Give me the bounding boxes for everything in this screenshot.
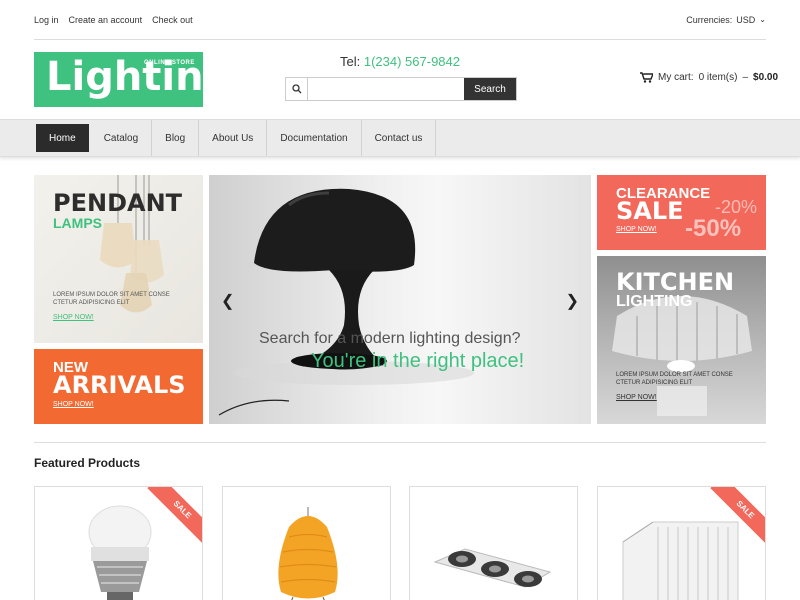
pendant-description: LOREM IPSUM DOLOR SIT AMET CONSE CTETUR … (53, 292, 170, 306)
spotlight-fixture-image (433, 548, 552, 588)
section-divider (34, 442, 766, 443)
new-arrivals-subtitle: ARRIVALS (53, 371, 186, 399)
clearance-shop-now-link[interactable]: SHOP NOW! (616, 226, 657, 233)
currency-label: Currencies: (686, 14, 733, 25)
tel-label: Tel: (340, 54, 361, 69)
slider-prev-arrow-icon[interactable]: ❮ (221, 291, 234, 311)
cart-icon (640, 72, 653, 83)
product-card[interactable] (222, 486, 391, 600)
account-links: Log in Create an account Check out (34, 15, 193, 25)
product-card[interactable] (409, 486, 578, 600)
contact-phone: Tel: 1(234) 567-9842 (340, 54, 460, 69)
mushroom-lamp-image (218, 188, 474, 416)
search-input[interactable] (308, 78, 464, 100)
product-card[interactable]: SALE (597, 486, 766, 600)
cart-label: My cart: (658, 72, 694, 83)
kitchen-shop-now-link[interactable]: SHOP NOW! (616, 394, 657, 401)
cart-total: $0.00 (753, 72, 779, 83)
new-arrivals-shop-now-link[interactable]: SHOP NOW! (53, 401, 94, 408)
pendant-subtitle: LAMPS (53, 215, 102, 231)
product-card[interactable]: SALE (34, 486, 203, 600)
nav-item-about-us[interactable]: About Us (199, 120, 268, 156)
paper-lantern-image (278, 507, 338, 600)
kitchen-subtitle: LIGHTING (616, 293, 693, 310)
kitchen-description: LOREM IPSUM DOLOR SIT AMET CONSE CTETUR … (616, 372, 733, 386)
nav-item-blog[interactable]: Blog (152, 120, 200, 156)
logo-tagline: ONLINE STORE (144, 60, 195, 66)
nav-item-documentation[interactable]: Documentation (267, 120, 362, 156)
cart-items: 0 item(s) (698, 72, 738, 83)
nav-item-contact-us[interactable]: Contact us (362, 120, 437, 156)
login-link[interactable]: Log in (34, 15, 59, 25)
nav-item-catalog[interactable]: Catalog (91, 120, 153, 156)
banner-kitchen-lighting[interactable]: KITCHEN LIGHTING LOREM IPSUM DOLOR SIT A… (597, 256, 766, 424)
banner-new-arrivals[interactable]: NEW ARRIVALS SHOP NOW! (34, 349, 203, 424)
slider-next-arrow-icon[interactable]: ❯ (566, 291, 579, 311)
cart-separator: – (742, 72, 749, 83)
clearance-subtitle: SALE (616, 197, 684, 225)
search-icon (286, 78, 308, 100)
pendant-title: PENDANT (53, 189, 183, 217)
currency-selector[interactable]: Currencies: USD ⌄ (686, 15, 766, 25)
site-logo[interactable]: Lighting ONLINE STORE (34, 52, 203, 107)
create-account-link[interactable]: Create an account (69, 15, 143, 25)
chevron-down-icon: ⌄ (759, 15, 766, 24)
search-bar: Search (285, 77, 517, 101)
checkout-link[interactable]: Check out (152, 15, 193, 25)
banner-clearance-sale[interactable]: CLEARANCE SALE -20% -50% SHOP NOW! (597, 175, 766, 250)
slider-caption-question: Search for a modern lighting design? (259, 330, 521, 347)
mini-cart[interactable]: My cart: 0 item(s) – $0.00 (640, 72, 778, 83)
nav-item-home[interactable]: Home (34, 122, 91, 154)
main-navigation: Home Catalog Blog About Us Documentation… (0, 119, 800, 157)
tel-number: 1(234) 567-9842 (363, 54, 460, 69)
pendant-shop-now-link[interactable]: SHOP NOW! (53, 314, 94, 321)
kitchen-title: KITCHEN (616, 268, 735, 296)
currency-value: USD (736, 14, 756, 25)
discount-50: -50% (685, 215, 742, 242)
top-bar: Log in Create an account Check out Curre… (34, 0, 766, 40)
featured-products-heading: Featured Products (34, 456, 141, 470)
slider-caption-tagline: You're in the right place! (311, 350, 525, 372)
hero-slider: ❮ ❯ Search for a modern lighting design?… (209, 175, 591, 424)
banner-pendant-lamps[interactable]: PENDANT LAMPS LOREM IPSUM DOLOR SIT AMET… (34, 175, 203, 343)
search-button[interactable]: Search (464, 78, 516, 100)
